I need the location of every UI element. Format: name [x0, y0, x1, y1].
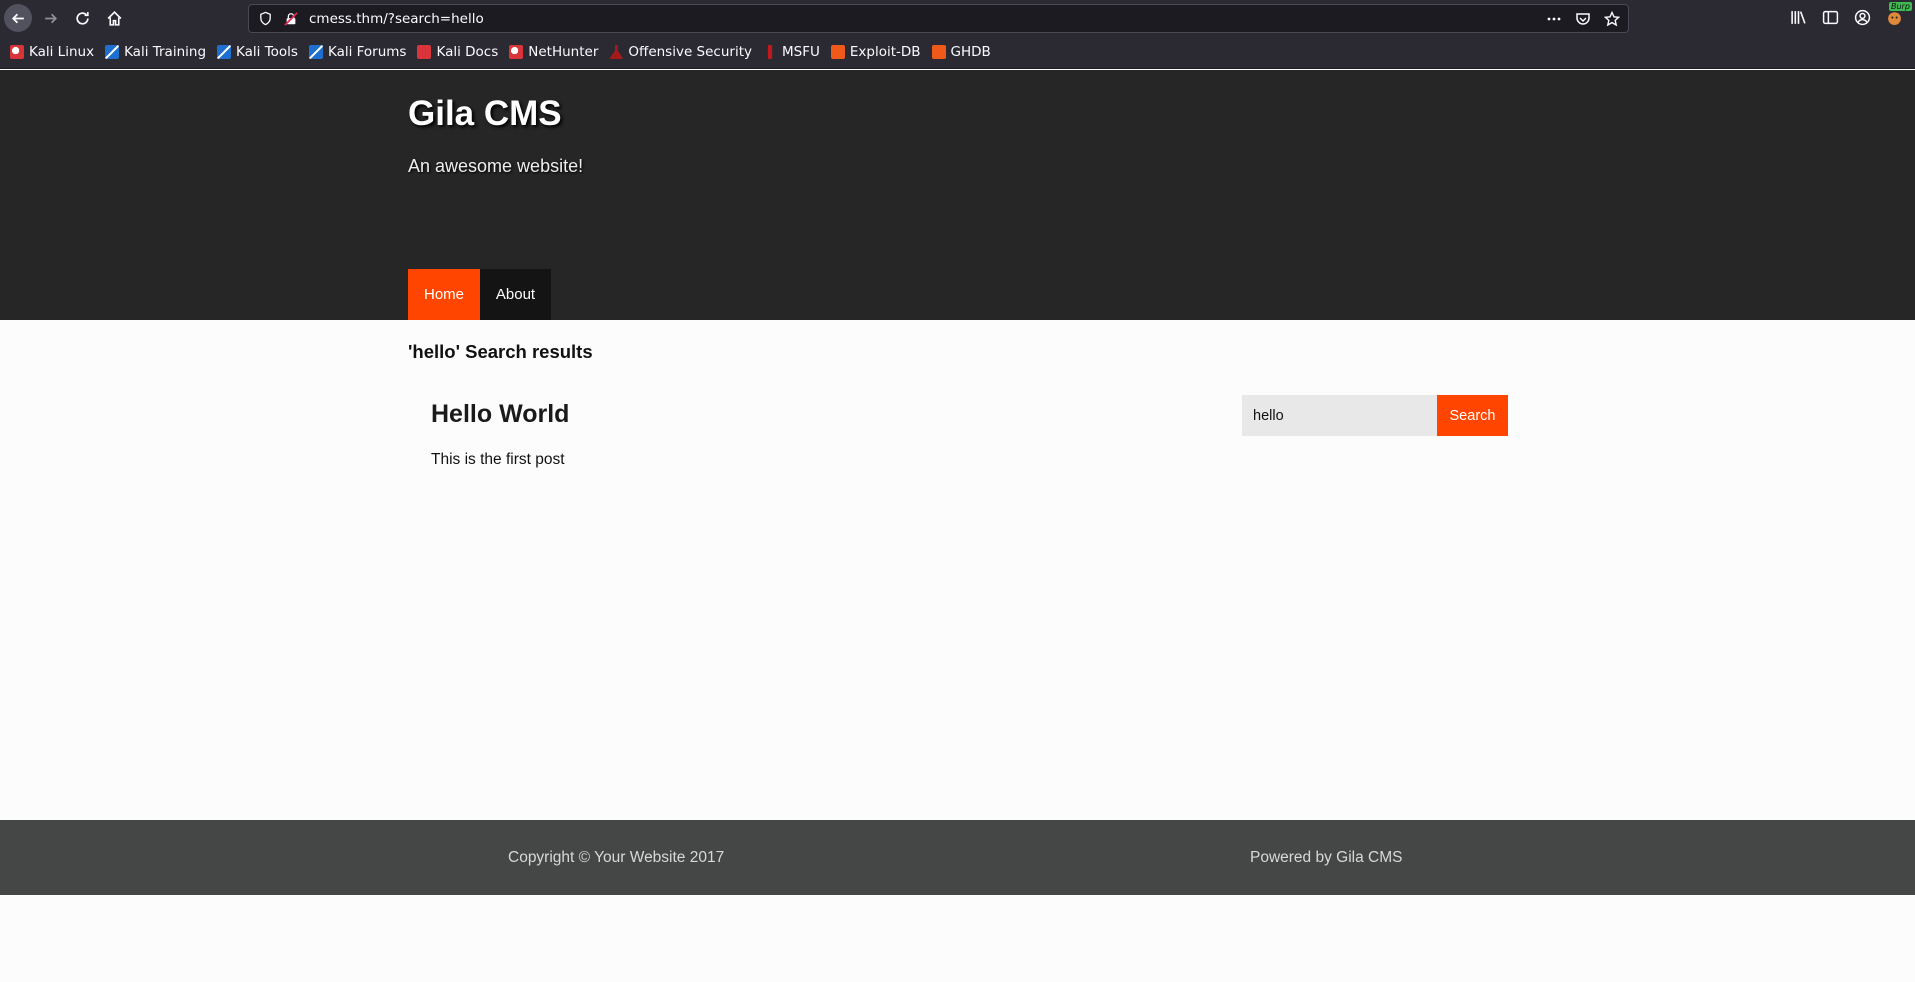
site-title[interactable]: Gila CMS	[408, 94, 562, 134]
web-page: Gila CMS An awesome website! Home About …	[0, 70, 1915, 982]
burp-badge: Burp	[1889, 2, 1912, 11]
bookmark-exploit-db[interactable]: Exploit-DB	[830, 44, 921, 60]
site-header: Gila CMS An awesome website! Home About	[0, 70, 1915, 320]
url-bar[interactable]: cmess.thm/?search=hello	[248, 4, 1629, 33]
bookmark-label: Kali Linux	[29, 44, 95, 60]
back-button[interactable]	[4, 4, 32, 32]
home-icon	[107, 10, 121, 26]
sidebar-icon	[1822, 10, 1838, 24]
bookmark-label: Offensive Security	[628, 44, 752, 60]
bookmark-label: Kali Forums	[327, 44, 407, 60]
library-button[interactable]	[1789, 8, 1807, 26]
bookmark-kali-tools[interactable]: Kali Tools	[217, 44, 298, 60]
nav-about-link[interactable]: About	[480, 269, 551, 320]
kali-tools-icon	[217, 45, 232, 59]
star-icon	[1603, 10, 1620, 26]
bookmark-nethunter[interactable]: NetHunter	[509, 44, 598, 60]
shield-icon[interactable]	[258, 11, 273, 26]
toolbar-right: Burp	[1789, 2, 1912, 26]
bookmark-label: Kali Tools	[236, 44, 298, 60]
kali-forums-icon	[308, 45, 323, 59]
bookmark-label: GHDB	[950, 44, 991, 60]
arrow-right-icon	[44, 13, 57, 23]
offsec-icon	[609, 45, 624, 59]
bookmark-ghdb[interactable]: GHDB	[931, 44, 991, 60]
bookmark-msfu[interactable]: MSFU	[763, 44, 820, 60]
bookmark-kali-training[interactable]: Kali Training	[105, 44, 206, 60]
bookmark-label: Kali Training	[124, 44, 207, 60]
page-actions-button[interactable]	[1545, 10, 1562, 27]
reload-button[interactable]	[68, 4, 96, 32]
kali-training-icon	[105, 45, 120, 59]
ghdb-icon	[931, 45, 946, 59]
more-dots-icon	[1547, 17, 1560, 20]
burp-extension-button[interactable]: Burp	[1885, 2, 1912, 26]
pocket-button[interactable]	[1574, 10, 1591, 27]
bookmark-star-button[interactable]	[1603, 10, 1620, 27]
bookmark-label: Kali Docs	[436, 44, 499, 60]
url-actions	[1545, 10, 1620, 27]
pocket-icon	[1575, 12, 1590, 25]
search-form: Search	[1242, 395, 1508, 436]
bookmark-kali-linux[interactable]: Kali Linux	[10, 44, 94, 60]
nethunter-icon	[509, 45, 524, 59]
kali-dragon-icon	[10, 45, 24, 59]
library-icon	[1790, 10, 1806, 24]
kali-docs-icon	[417, 45, 432, 59]
forward-button[interactable]	[36, 4, 64, 32]
sidebar-button[interactable]	[1821, 8, 1839, 26]
bookmark-offensive-security[interactable]: Offensive Security	[609, 44, 752, 60]
bookmark-kali-forums[interactable]: Kali Forums	[308, 44, 407, 60]
bookmark-label: NetHunter	[528, 44, 599, 60]
reload-icon	[75, 11, 89, 25]
exploit-db-icon	[830, 45, 845, 59]
foxyproxy-icon	[1887, 11, 1901, 25]
arrow-left-icon	[11, 13, 24, 23]
home-button[interactable]	[100, 4, 128, 32]
search-input[interactable]	[1242, 395, 1437, 436]
bookmark-label: Exploit-DB	[849, 44, 921, 60]
site-tagline: An awesome website!	[408, 156, 584, 176]
nav-home-link[interactable]: Home	[408, 269, 480, 320]
post-title-link[interactable]: Hello World	[431, 400, 569, 429]
search-results-heading: 'hello' Search results	[408, 341, 593, 362]
bookmark-label: MSFU	[782, 44, 820, 60]
footer-copyright: Copyright © Your Website 2017	[508, 849, 725, 866]
bookmark-kali-docs[interactable]: Kali Docs	[417, 44, 498, 60]
site-footer: Copyright © Your Website 2017 Powered by…	[0, 820, 1915, 895]
search-button[interactable]: Search	[1437, 395, 1508, 436]
bookmarks-toolbar: Kali Linux Kali Training Kali Tools Kali…	[0, 36, 1915, 69]
site-nav: Home About	[408, 269, 551, 320]
url-text[interactable]: cmess.thm/?search=hello	[309, 11, 484, 27]
account-button[interactable]	[1853, 8, 1871, 26]
msfu-icon	[767, 45, 773, 59]
footer-powered-by: Powered by Gila CMS	[1250, 849, 1403, 866]
browser-toolbar: cmess.thm/?search=hello Burp	[0, 0, 1915, 36]
insecure-lock-icon[interactable]	[284, 12, 298, 26]
post-excerpt: This is the first post	[431, 451, 565, 468]
account-icon	[1854, 9, 1870, 25]
